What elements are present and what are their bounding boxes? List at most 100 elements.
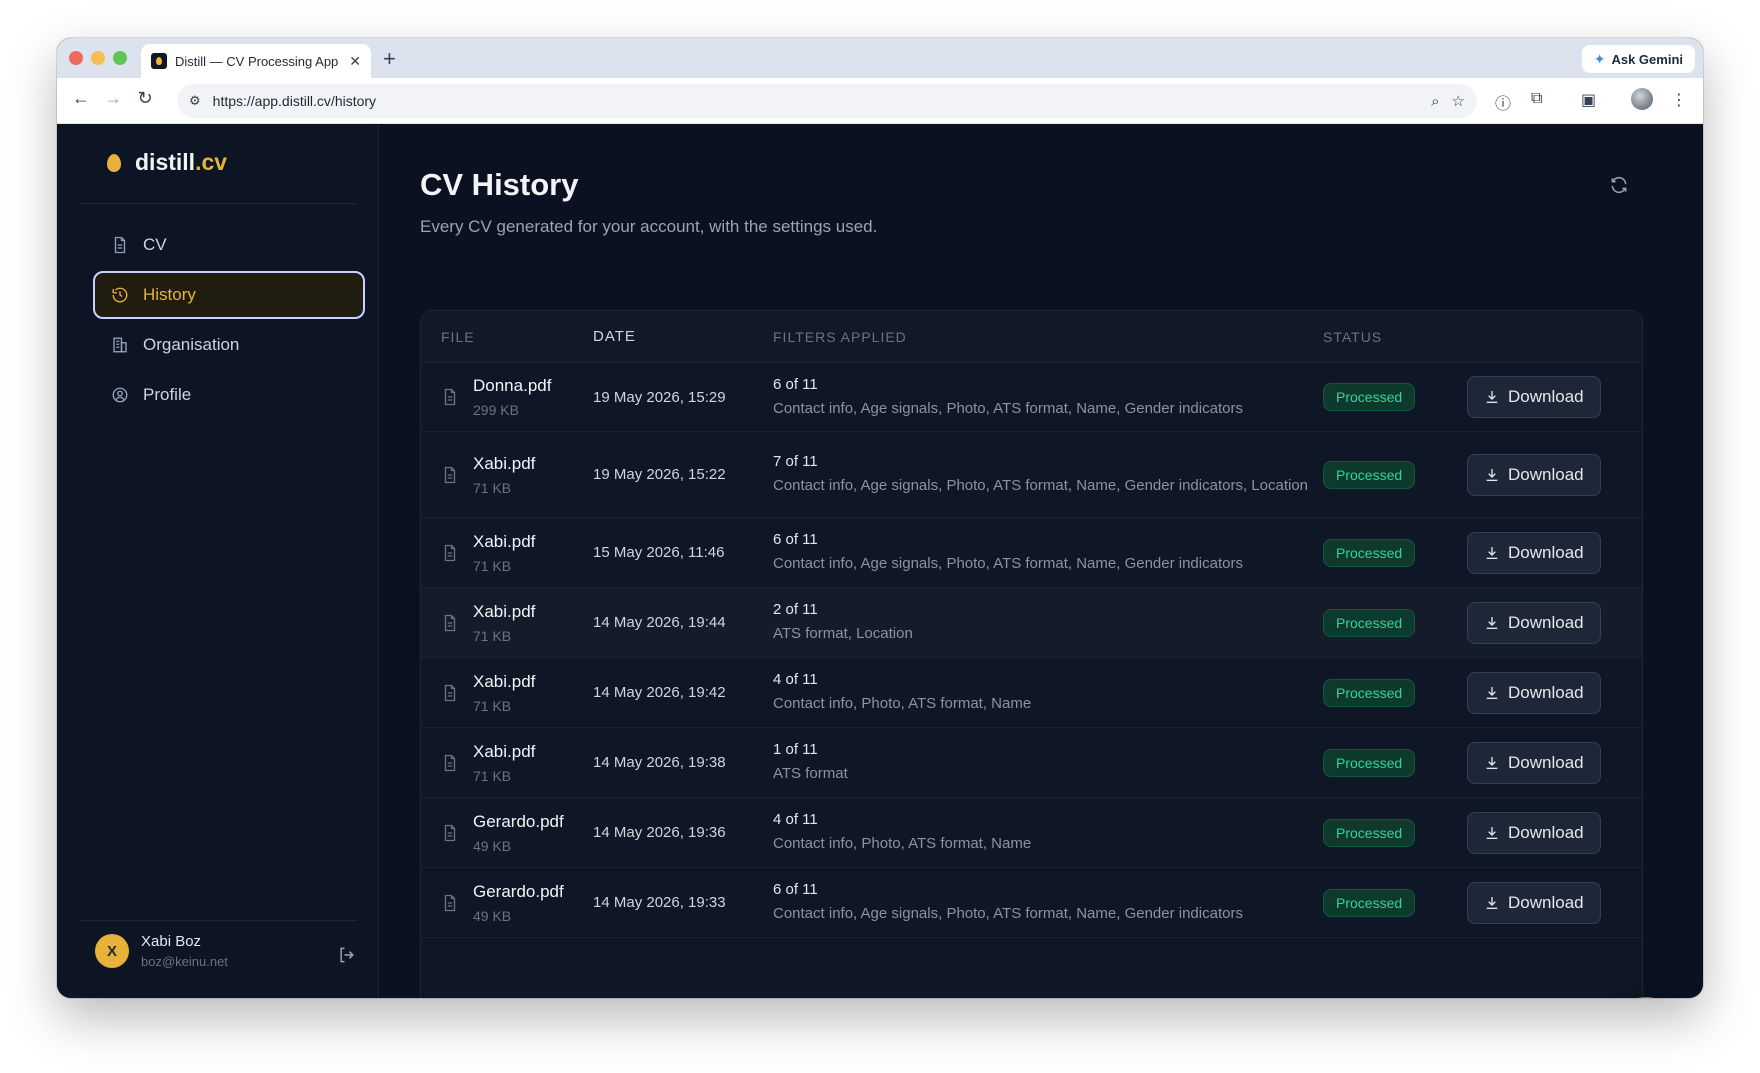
brand-logo[interactable]: distill.cv xyxy=(107,149,227,176)
extensions-icon[interactable]: ⧉ xyxy=(1531,90,1542,108)
download-label: Download xyxy=(1508,752,1584,772)
bookmark-star-icon[interactable]: ☆ xyxy=(1452,92,1465,110)
filters-list: Contact info, Age signals, Photo, ATS fo… xyxy=(773,905,1243,922)
download-button[interactable]: Download xyxy=(1467,811,1601,854)
date-cell: 14 May 2026, 19:36 xyxy=(593,824,726,841)
divider xyxy=(79,203,357,204)
tab-close-icon[interactable]: ✕ xyxy=(349,53,361,70)
download-label: Download xyxy=(1508,464,1584,484)
file-size: 71 KB xyxy=(473,767,512,784)
address-bar[interactable]: ⚙ https://app.distill.cv/history ⌕ ☆ xyxy=(177,84,1477,118)
file-cell: Donna.pdf 299 KB xyxy=(421,376,593,418)
status-badge: Processed xyxy=(1323,888,1416,917)
filters-list: Contact info, Photo, ATS format, Name xyxy=(773,835,1032,852)
file-icon xyxy=(444,544,456,561)
file-cell: Xabi.pdf 71 KB xyxy=(421,672,593,714)
filters-count: 4 of 11 xyxy=(773,671,818,688)
forward-icon[interactable]: → xyxy=(101,88,125,109)
user-card[interactable]: X Xabi Boz boz@keinu.net xyxy=(95,933,228,969)
status-cell: Processed xyxy=(1323,460,1467,489)
site-settings-icon[interactable]: ⚙ xyxy=(189,93,201,109)
file-cell: Xabi.pdf 71 KB xyxy=(421,454,593,496)
logout-icon[interactable] xyxy=(337,945,357,970)
action-cell: Download xyxy=(1467,741,1637,784)
history-table: FILE DATE FILTERS APPLIED STATUS Donna.p… xyxy=(420,310,1643,998)
table-row[interactable]: Xabi.pdf 71 KB 14 May 2026, 19:44 2 of 1… xyxy=(421,588,1642,658)
user-circle-icon xyxy=(111,386,129,404)
column-header-file: FILE xyxy=(441,328,475,345)
download-button[interactable]: Download xyxy=(1467,531,1601,574)
date-cell: 15 May 2026, 11:46 xyxy=(593,544,725,561)
sidebar-nav: CV History Organisation Profile xyxy=(93,221,365,421)
file-cell: Xabi.pdf 71 KB xyxy=(421,742,593,784)
browser-toolbar: ← → ↻ ⚙ https://app.distill.cv/history ⌕… xyxy=(57,78,1703,124)
document-icon xyxy=(111,236,129,254)
download-button[interactable]: Download xyxy=(1467,376,1601,418)
file-size: 299 KB xyxy=(473,402,519,418)
status-badge: Processed xyxy=(1323,608,1416,637)
table-row[interactable]: Gerardo.pdf 49 KB 14 May 2026, 19:36 4 o… xyxy=(421,798,1642,868)
date-cell: 19 May 2026, 15:29 xyxy=(593,388,726,406)
divider xyxy=(79,920,357,921)
filters-list: Contact info, Age signals, Photo, ATS fo… xyxy=(773,399,1243,417)
minimize-window-button[interactable] xyxy=(91,51,105,65)
tab-search-icon[interactable]: ▣ xyxy=(1581,90,1596,110)
close-window-button[interactable] xyxy=(69,51,83,65)
action-cell: Download xyxy=(1467,881,1637,924)
browser-tab[interactable]: Distill — CV Processing App ✕ xyxy=(141,44,371,78)
date-cell: 14 May 2026, 19:42 xyxy=(593,684,726,701)
filters-cell: 6 of 11 Contact info, Age signals, Photo… xyxy=(773,881,1323,924)
file-name: Xabi.pdf xyxy=(473,531,536,551)
download-button[interactable]: Download xyxy=(1467,453,1601,496)
tab-title: Distill — CV Processing App xyxy=(175,53,339,69)
filters-list: Contact info, Age signals, Photo, ATS fo… xyxy=(773,477,1309,494)
file-cell: Gerardo.pdf 49 KB xyxy=(421,812,593,854)
sidebar-item-profile[interactable]: Profile xyxy=(93,371,365,419)
file-name: Xabi.pdf xyxy=(473,671,536,691)
sidebar-item-history[interactable]: History xyxy=(93,271,365,319)
download-button[interactable]: Download xyxy=(1467,671,1601,714)
table-row[interactable]: Xabi.pdf 71 KB 15 May 2026, 11:46 6 of 1… xyxy=(421,518,1642,588)
download-button[interactable]: Download xyxy=(1467,741,1601,784)
ask-gemini-button[interactable]: ✦ Ask Gemini xyxy=(1581,45,1695,73)
table-header: FILE DATE FILTERS APPLIED STATUS xyxy=(421,311,1642,363)
filters-list: Contact info, Photo, ATS format, Name xyxy=(773,695,1032,712)
table-row[interactable]: Donna.pdf 299 KB 19 May 2026, 15:29 6 of… xyxy=(421,363,1642,432)
filters-count: 6 of 11 xyxy=(773,881,818,898)
refresh-icon[interactable] xyxy=(1609,175,1629,200)
download-button[interactable]: Download xyxy=(1467,601,1601,644)
new-tab-button[interactable]: + xyxy=(383,46,396,72)
filters-cell: 4 of 11 Contact info, Photo, ATS format,… xyxy=(773,811,1323,854)
download-icon xyxy=(1486,686,1498,699)
sidebar-item-cv[interactable]: CV xyxy=(93,221,365,269)
status-cell: Processed xyxy=(1323,538,1467,567)
column-header-filters: FILTERS APPLIED xyxy=(773,328,907,345)
column-header-date: DATE xyxy=(593,328,636,345)
menu-kebab-icon[interactable]: ⋮ xyxy=(1671,90,1687,110)
file-name: Gerardo.pdf xyxy=(473,881,564,901)
file-name: Xabi.pdf xyxy=(473,741,536,761)
file-cell: Gerardo.pdf 49 KB xyxy=(421,882,593,924)
back-icon[interactable]: ← xyxy=(69,88,93,109)
zoom-icon[interactable]: ⌕ xyxy=(1431,93,1439,110)
profile-avatar-icon[interactable] xyxy=(1631,88,1653,110)
maximize-window-button[interactable] xyxy=(113,51,127,65)
download-button[interactable]: Download xyxy=(1467,881,1601,924)
filters-cell: 2 of 11 ATS format, Location xyxy=(773,601,1323,644)
url-text[interactable]: https://app.distill.cv/history xyxy=(213,93,1419,109)
filters-cell: 1 of 11 ATS format xyxy=(773,741,1323,784)
file-size: 49 KB xyxy=(473,907,512,924)
file-icon xyxy=(444,684,456,701)
table-row[interactable]: Xabi.pdf 71 KB 14 May 2026, 19:42 4 of 1… xyxy=(421,658,1642,728)
table-row[interactable]: Xabi.pdf 71 KB 14 May 2026, 19:38 1 of 1… xyxy=(421,728,1642,798)
reload-icon[interactable]: ↻ xyxy=(133,88,157,109)
tab-bar: Distill — CV Processing App ✕ + ✦ Ask Ge… xyxy=(57,38,1703,78)
sidebar-item-organisation[interactable]: Organisation xyxy=(93,321,365,369)
action-cell: Download xyxy=(1467,811,1637,854)
download-label: Download xyxy=(1508,892,1584,912)
password-manager-icon[interactable]: ⓘ xyxy=(1495,90,1511,114)
status-badge: Processed xyxy=(1323,748,1416,777)
table-row[interactable]: Gerardo.pdf 49 KB 14 May 2026, 19:33 6 o… xyxy=(421,868,1642,938)
table-row[interactable]: Xabi.pdf 71 KB 19 May 2026, 15:22 7 of 1… xyxy=(421,432,1642,518)
download-icon xyxy=(1486,616,1498,629)
